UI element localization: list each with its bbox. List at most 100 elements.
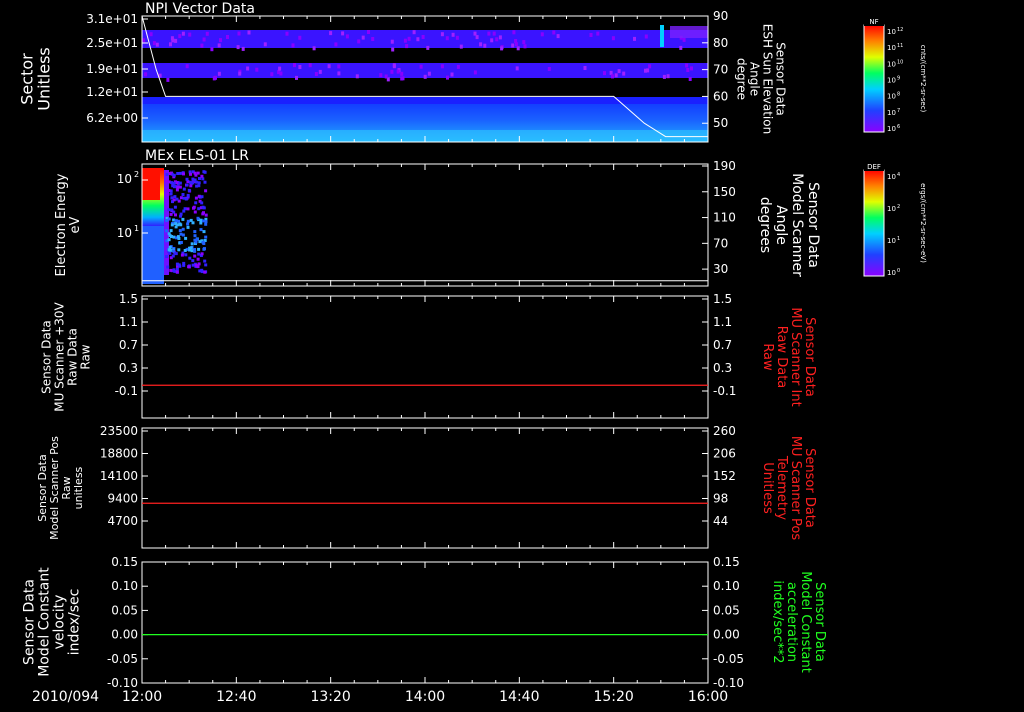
els-speckle: [197, 252, 201, 256]
els-speckle: [194, 196, 198, 200]
els-speckle: [186, 225, 190, 229]
sector-speckle: [391, 47, 395, 52]
sector-speckle: [473, 31, 477, 36]
sector-speckle: [345, 34, 349, 39]
sector-speckle: [511, 43, 515, 48]
panel-1-title: NPI Vector Data: [145, 1, 255, 17]
els-speckle: [173, 205, 177, 209]
els-speckle: [194, 201, 198, 205]
plot-stage: NPI Vector Data MEx ELS-01 LR 12:00 12:40 13…: [0, 0, 1024, 708]
p5-left-label-1: 0.10: [111, 579, 138, 593]
def-colorbar-tick-exp-2: 1: [897, 236, 900, 242]
sector-speckle: [498, 35, 502, 40]
def-colorbar-tick-exp-0: 4: [897, 172, 900, 178]
sector-speckle: [142, 38, 146, 43]
sector-speckle: [426, 45, 430, 50]
sector-speckle: [666, 74, 670, 79]
nf-colorbar-tick-exp-4: 8: [897, 92, 900, 98]
def-colorbar-tick-exp-1: 2: [897, 204, 900, 210]
p5-right-label-2: 0.05: [713, 603, 740, 617]
els-speckle: [167, 238, 171, 242]
sector-speckle: [487, 31, 491, 36]
els-speckle: [177, 219, 180, 223]
els-speckle: [173, 185, 176, 189]
els-speckle: [185, 177, 189, 181]
panel-2-title: MEx ELS-01 LR: [145, 148, 249, 164]
els-speckle: [174, 252, 178, 256]
p2-left-label-exp-0: 2: [134, 170, 139, 179]
els-speckle: [179, 241, 183, 244]
els-speckle: [186, 219, 190, 223]
els-speckle: [165, 173, 169, 176]
nf-colorbar-tick-base-6: 10: [887, 125, 896, 133]
els-speckle: [203, 270, 207, 274]
els-speckle: [202, 170, 206, 174]
sector-speckle: [293, 63, 296, 68]
els-speckle: [200, 252, 204, 256]
els-speckle: [173, 195, 177, 199]
p3-left-label-3: 0.3: [119, 361, 138, 375]
els-speckle: [184, 253, 188, 257]
els-speckle: [167, 208, 171, 212]
els-speckle: [204, 213, 208, 217]
els-speckle: [182, 209, 186, 213]
nf-colorbar-label: NF: [869, 18, 878, 26]
els-speckle: [166, 192, 170, 196]
p5-right-label-4: -0.05: [713, 652, 744, 666]
sector-speckle: [479, 42, 483, 47]
els-speckle: [201, 205, 205, 209]
els-speckle: [188, 256, 192, 260]
p5-right-label-0: 0.15: [713, 555, 740, 569]
nf-colorbar-tick-exp-2: 10: [897, 59, 903, 65]
p5-left-label-5: -0.10: [107, 676, 138, 690]
p4-left-label-2: 14100: [100, 469, 138, 483]
els-speckle: [202, 247, 206, 251]
sector-speckle: [682, 37, 686, 42]
els-burst-core: [142, 168, 160, 200]
els-speckle: [172, 181, 176, 185]
sector-speckle: [295, 75, 298, 80]
sector-speckle: [421, 35, 425, 39]
p3-rlabel-line-2: Raw Data: [774, 326, 789, 389]
sector-speckle: [390, 69, 394, 74]
els-speckle: [182, 172, 185, 176]
els-speckle: [178, 185, 182, 189]
p1-right-label-4: 50: [713, 116, 728, 130]
sector-speckle: [515, 66, 519, 71]
sector-speckle: [552, 30, 556, 35]
def-colorbar-tick-base-2: 10: [887, 237, 896, 245]
els-speckle: [177, 237, 181, 240]
p5-ylabel-line-2: velocity: [52, 595, 68, 650]
sector-speckle: [427, 71, 431, 76]
els-speckle: [184, 236, 188, 240]
sector-speckle: [679, 45, 683, 50]
p2-rlabel-line-3: degrees: [757, 197, 773, 253]
sector-speckle: [648, 64, 652, 69]
nf-colorbar-tick-exp-3: 9: [897, 76, 900, 82]
panel-frame-3: [141, 295, 709, 419]
els-speckle: [202, 230, 206, 234]
sector-speckle: [327, 64, 331, 69]
nf-colorbar-bar: [863, 24, 885, 133]
els-speckle: [165, 255, 169, 259]
p3-rlabel-line-0: Sensor Data: [802, 317, 817, 397]
p3-right-label-1: 1.1: [713, 315, 732, 329]
p1-left-label-0: 3.1e+01: [86, 12, 138, 26]
p1-rlabel-line-2: Angle: [748, 62, 762, 96]
sector-speckle: [403, 38, 407, 43]
panel-frame-5: [141, 561, 709, 684]
sector-speckle: [473, 70, 477, 75]
els-speckle: [168, 172, 172, 176]
sector-speckle: [155, 42, 159, 47]
els-speckle: [175, 181, 179, 185]
els-speckle: [175, 197, 179, 201]
sector-speckle: [241, 46, 245, 51]
p5-right-label-1: 0.10: [713, 579, 740, 593]
p4-rlabel-line-1: MU Scanner Pos: [788, 436, 803, 541]
p2-right-label-4: 30: [713, 262, 728, 276]
sector-speckle: [238, 71, 242, 76]
p3-left-label-2: 0.7: [119, 338, 138, 352]
p1-left-label-1: 2.5e+01: [86, 36, 138, 50]
els-speckle: [194, 173, 198, 177]
els-speckle: [191, 221, 195, 225]
